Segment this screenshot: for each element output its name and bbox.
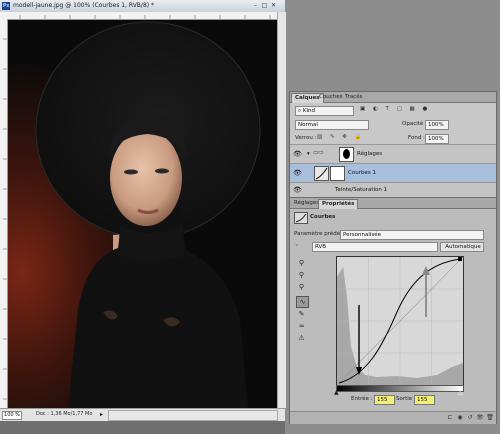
doc-size-info: Doc : 1,36 Mo/1,77 Mo [36,411,93,417]
trash-icon[interactable]: 🗑 [486,414,494,422]
auto-button[interactable]: Automatique [440,242,484,252]
status-menu-icon[interactable]: ▸ [100,411,103,418]
output-field[interactable]: 155 [414,395,435,405]
layer-mask-thumb[interactable] [330,166,345,181]
output-label: Sortie : [396,396,416,402]
opacity-field[interactable]: 100% [425,120,449,130]
layer-name: Réglages [357,151,383,157]
previous-state-icon[interactable]: ◉ [456,414,464,422]
fill-field[interactable]: 100% [425,134,449,144]
kind-filter-select[interactable]: ⌕ Kind [295,106,354,116]
clip-icon[interactable]: ⊏ [446,414,454,422]
right-eye [155,168,169,174]
properties-panel: Réglages Propriétés Courbes Paramètre pr… [289,197,497,424]
warning-icon[interactable]: ⚠ [296,333,307,343]
layer-mask-icon[interactable] [339,147,354,162]
minimize-button[interactable]: – [252,2,259,9]
ruler-top[interactable] [0,12,277,20]
expand-arrow-icon[interactable]: ▾ [307,151,310,157]
input-gradient-bar [336,385,464,392]
horizontal-scrollbar[interactable] [108,410,278,421]
curves-thumb-icon[interactable] [314,166,329,181]
lock-icons[interactable]: ▨ ✎ ✥ 🔒 [317,134,365,140]
opacity-label: Opacité : [402,121,427,127]
layers-panel-tabs: Calques Couches Tracés [290,92,496,103]
pencil-icon[interactable]: ✎ [296,309,307,319]
vertical-scrollbar[interactable] [277,12,286,408]
layer-name: Courbes 1 [348,170,376,176]
input-field[interactable]: 155 [374,395,395,405]
curves-icon [294,212,308,224]
curve-draw-icon[interactable]: ∿ [296,296,309,308]
status-bar: 100 % Doc : 1,36 Mo/1,77 Mo ▸ [0,408,285,421]
control-point [458,257,462,261]
maximize-button[interactable]: □ [261,2,268,9]
white-point-slider[interactable]: △ [458,389,463,396]
adjustment-title: Courbes [310,214,336,220]
fill-label: Fond : [408,135,425,141]
tab-proprietes[interactable]: Propriétés [318,199,359,209]
sample-midtone-icon[interactable]: ⚲ [296,270,307,280]
eye-icon[interactable]: 👁 [293,169,303,177]
smooth-icon[interactable]: ≈ [296,321,307,331]
layer-row-courbes[interactable]: 👁 Courbes 1 [290,163,496,182]
layer-row-teinte[interactable]: 👁 Teinte/Saturation 1 [290,182,496,197]
eye-icon[interactable]: 👁 [293,186,303,194]
properties-bottom-bar: ⊏ ◉ ↺ 👁 🗑 [290,411,496,424]
channel-select[interactable]: RVB [312,242,438,252]
blend-mode-select[interactable]: Normal [295,120,369,130]
sample-highlight-icon[interactable]: ⚲ [296,282,307,292]
layer-row-reglages[interactable]: 👁 ▾ ▭▭ Réglages [290,144,496,163]
document-title: modell-jaune.jpg @ 100% (Courbes 1, RVB/… [13,2,155,9]
tab-traces[interactable]: Tracés [342,93,365,102]
properties-panel-tabs: Réglages Propriétés [290,198,496,209]
curves-graph[interactable] [336,256,464,386]
visibility-icon[interactable]: 👁 [476,414,484,422]
reset-icon[interactable]: ↺ [466,414,474,422]
folder-icon: ▭▭ [313,150,324,156]
sample-shadow-icon[interactable]: ⚲ [296,258,307,268]
left-eye [124,169,138,175]
document-window: Ps modell-jaune.jpg @ 100% (Courbes 1, R… [0,0,286,434]
preset-select[interactable]: Personnalisée [340,230,484,240]
hand-icon[interactable]: ☞ [294,243,299,249]
kind-filter-label: Kind [302,108,315,114]
lock-label: Verrou : [295,135,317,141]
input-label: Entrée : [351,396,373,402]
zoom-field[interactable]: 100 % [2,411,22,420]
ruler-left[interactable] [0,19,8,408]
ps-logo-icon: Ps [2,2,10,10]
close-button[interactable]: ✕ [270,2,277,9]
black-point-slider[interactable]: ▲ [334,389,339,396]
layers-panel: Calques Couches Tracés ⌕ Kind ▣ ◐ T ▢ ▦ … [289,91,497,197]
eye-icon[interactable]: 👁 [293,150,303,158]
filter-icons[interactable]: ▣ ◐ T ▢ ▦ ● [360,106,430,112]
layer-name: Teinte/Saturation 1 [335,187,388,193]
image-canvas[interactable] [8,20,277,408]
